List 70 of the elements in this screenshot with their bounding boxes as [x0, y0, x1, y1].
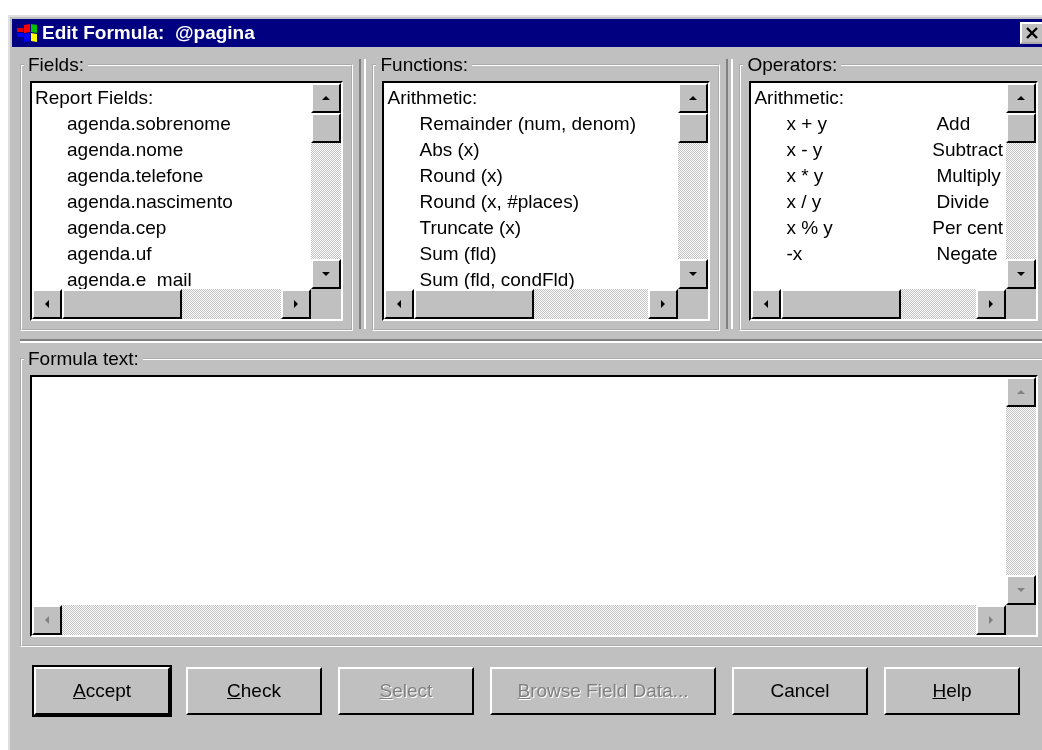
- list-item[interactable]: x + y Add: [754, 111, 1003, 137]
- list-item[interactable]: x - y Subtract: [754, 137, 1003, 163]
- scroll-up-button[interactable]: [677, 83, 708, 113]
- vertical-scrollbar[interactable]: [1006, 377, 1036, 605]
- group-label: Fields:: [27, 55, 85, 75]
- splitter-bar[interactable]: [725, 59, 734, 329]
- list-item[interactable]: agenda.sobrenome: [35, 111, 308, 137]
- horizontal-scrollbar[interactable]: [384, 289, 678, 319]
- list-heading: Report Fields:: [35, 86, 155, 110]
- scroll-thumb[interactable]: [1006, 113, 1036, 143]
- list-item[interactable]: Abs (x): [387, 137, 675, 163]
- scroll-right-button[interactable]: [976, 605, 1006, 635]
- list-heading: Arithmetic:: [387, 86, 479, 110]
- scroll-up-button[interactable]: [310, 83, 341, 113]
- scroll-thumb[interactable]: [781, 289, 902, 319]
- horizontal-scrollbar[interactable]: [32, 289, 311, 319]
- scrollbar-corner: [677, 289, 708, 319]
- list-item[interactable]: agenda.nome: [35, 137, 308, 163]
- list-item[interactable]: agenda.cep: [35, 215, 308, 241]
- close-button[interactable]: [1020, 22, 1042, 44]
- group-label: Functions:: [379, 55, 470, 75]
- scroll-thumb[interactable]: [677, 113, 708, 143]
- close-icon: [1026, 27, 1038, 39]
- scroll-down-button[interactable]: [310, 259, 341, 289]
- scroll-thumb[interactable]: [310, 113, 341, 143]
- scroll-down-button[interactable]: [1006, 575, 1036, 605]
- list-item[interactable]: agenda.uf: [35, 241, 308, 267]
- list-item[interactable]: Sum (fld): [387, 241, 675, 267]
- scroll-thumb[interactable]: [62, 289, 182, 319]
- scroll-right-button[interactable]: [280, 289, 311, 319]
- list-box[interactable]: Arithmetic: x + y Add x - y Subtract x * y Multiply x / y Divide x % y Per cent -x Negate: [749, 81, 1038, 321]
- list-item[interactable]: x * y Multiply: [754, 163, 1003, 189]
- list-item[interactable]: Truncate (x): [387, 215, 675, 241]
- scroll-down-button[interactable]: [677, 259, 708, 289]
- scroll-up-button[interactable]: [1006, 83, 1036, 113]
- scroll-down-button[interactable]: [1006, 259, 1036, 289]
- dialog-button[interactable]: Check: [186, 667, 322, 715]
- vertical-scrollbar[interactable]: [677, 83, 708, 289]
- scrollbar-corner: [310, 289, 341, 319]
- horizontal-scrollbar[interactable]: [751, 289, 1006, 319]
- dialog-button[interactable]: Help: [884, 667, 1020, 715]
- list-item[interactable]: Round (x): [387, 163, 675, 189]
- scroll-left-button[interactable]: [384, 289, 415, 319]
- scroll-up-button[interactable]: [1006, 377, 1036, 407]
- window-title: Edit Formula: @pagina: [42, 22, 256, 44]
- dialog-button[interactable]: Accept: [34, 667, 170, 715]
- vertical-scrollbar[interactable]: [310, 83, 341, 289]
- list-item[interactable]: agenda.telefone: [35, 163, 308, 189]
- scroll-left-button[interactable]: [751, 289, 782, 319]
- splitter-bar[interactable]: [358, 59, 367, 329]
- group-label: Operators:: [746, 55, 839, 75]
- app-icon: [16, 23, 38, 43]
- group-label: Formula text:: [27, 349, 140, 369]
- scroll-left-button[interactable]: [32, 289, 62, 319]
- vertical-scrollbar[interactable]: [1006, 83, 1036, 289]
- list-item[interactable]: x / y Divide: [754, 189, 1003, 215]
- scroll-right-button[interactable]: [976, 289, 1006, 319]
- list-heading: Arithmetic:: [754, 86, 846, 110]
- list-item[interactable]: -x Negate: [754, 241, 1003, 267]
- dialog-button[interactable]: Cancel: [732, 667, 868, 715]
- scrollbar-corner: [1006, 289, 1036, 319]
- horizontal-scrollbar[interactable]: [32, 605, 1006, 635]
- list-item[interactable]: Round (x, #places): [387, 189, 675, 215]
- scrollbar-corner: [1006, 605, 1036, 635]
- scroll-left-button[interactable]: [32, 605, 62, 635]
- scroll-thumb[interactable]: [414, 289, 535, 319]
- list-item[interactable]: x % y Per cent: [754, 215, 1003, 241]
- list-item[interactable]: agenda.nascimento: [35, 189, 308, 215]
- list-item[interactable]: Remainder (num, denom): [387, 111, 675, 137]
- scroll-right-button[interactable]: [647, 289, 678, 319]
